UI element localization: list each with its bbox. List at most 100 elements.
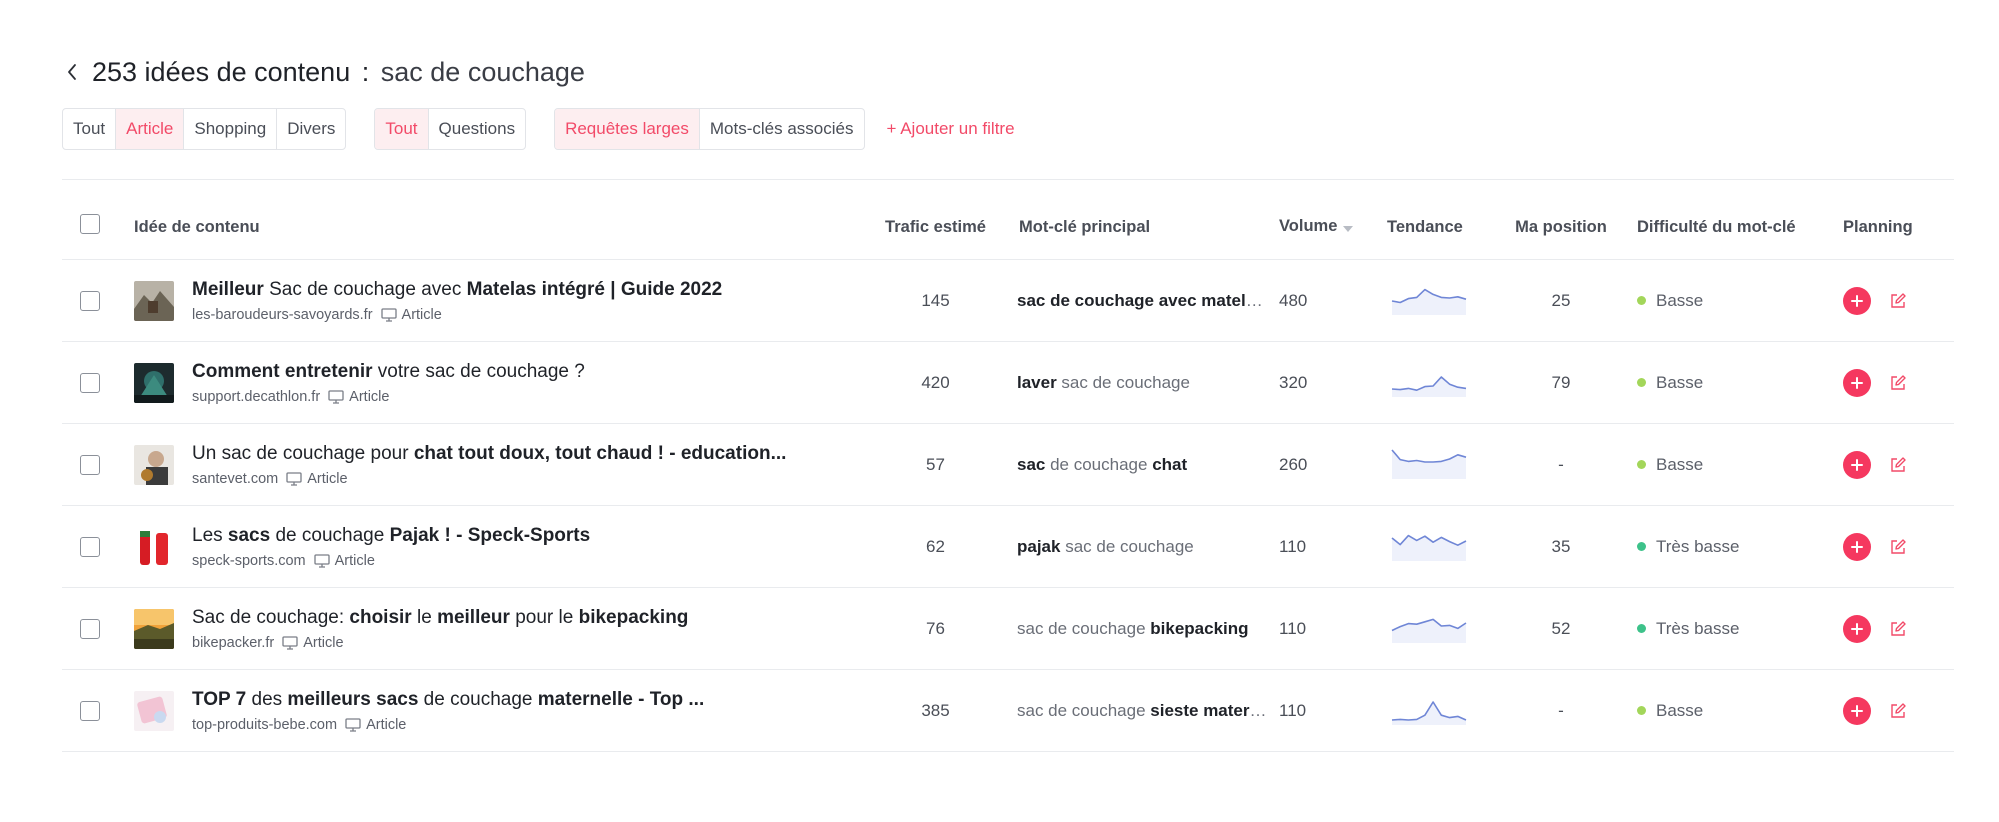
keyword-part: laver — [1017, 372, 1057, 392]
row-checkbox[interactable] — [80, 454, 100, 475]
content-type-label: Article — [349, 388, 390, 405]
my-position: 25 — [1551, 290, 1571, 310]
idea-title-link[interactable]: Les sacs de couchage Pajak ! - Speck-Spo… — [192, 525, 590, 547]
main-keyword[interactable]: sac de couchage bikepacking — [997, 619, 1267, 639]
estimated-traffic: 145 — [921, 290, 950, 310]
column-header-keyword[interactable]: Mot-clé principal — [997, 218, 1267, 237]
keyword-difficulty: Très basse — [1625, 619, 1835, 639]
page-title-count: 253 idées de contenu — [92, 56, 351, 87]
table-row: TOP 7 des meilleurs sacs de couchage mat… — [62, 670, 1954, 752]
question-filter-option-questions[interactable]: Questions — [429, 109, 526, 149]
row-checkbox[interactable] — [80, 618, 100, 639]
idea-title-part: Sac de couchage: — [192, 606, 350, 628]
idea-title-link[interactable]: Un sac de couchage pour chat tout doux, … — [192, 443, 786, 465]
main-keyword[interactable]: sac de couchage chat — [997, 455, 1267, 475]
edit-icon[interactable] — [1889, 292, 1907, 310]
keyword-part: sieste maternelle — [1150, 700, 1267, 720]
idea-title-part: maternelle - Top ... — [537, 688, 705, 710]
idea-title-part: Meilleur — [192, 278, 264, 300]
add-to-planning-button[interactable] — [1843, 286, 1871, 315]
edit-icon[interactable] — [1889, 456, 1907, 474]
keyword-difficulty: Très basse — [1625, 537, 1835, 557]
scope-filter-option-requetes-larges[interactable]: Requêtes larges — [555, 109, 700, 149]
difficulty-label: Basse — [1656, 700, 1704, 720]
divider — [62, 179, 1954, 180]
content-type-label: Article — [307, 470, 348, 487]
table-row: Les sacs de couchage Pajak ! - Speck-Spo… — [62, 506, 1954, 588]
planning-actions — [1835, 614, 1954, 643]
idea-title-link[interactable]: Comment entretenir votre sac de couchage… — [192, 361, 585, 383]
difficulty-label: Basse — [1656, 454, 1704, 474]
source-domain: les-baroudeurs-savoyards.fr — [192, 306, 373, 323]
idea-title-link[interactable]: Sac de couchage: choisir le meilleur pou… — [192, 607, 688, 629]
column-header-volume[interactable]: Volume — [1267, 217, 1362, 236]
keyword-difficulty: Basse — [1625, 373, 1835, 393]
idea-cell: Comment entretenir votre sac de couchage… — [134, 361, 874, 405]
idea-title-part: Un sac de couchage pour — [192, 442, 414, 464]
main-keyword[interactable]: sac de couchage avec matelas... — [997, 291, 1267, 311]
back-icon[interactable] — [62, 62, 82, 82]
type-filter-option-shopping[interactable]: Shopping — [184, 109, 278, 149]
type-filter-option-divers[interactable]: Divers — [277, 109, 345, 149]
keyword-difficulty: Basse — [1625, 701, 1835, 721]
monitor-icon — [286, 471, 302, 486]
type-filter-option-tout[interactable]: Tout — [63, 109, 117, 149]
idea-title-part: Pajak ! - Speck-Sports — [389, 524, 591, 546]
edit-icon[interactable] — [1889, 538, 1907, 556]
row-checkbox[interactable] — [80, 372, 100, 393]
thumbnail-image — [134, 690, 174, 731]
main-keyword[interactable]: sac de couchage sieste maternelle — [997, 701, 1267, 721]
idea-title-part: de couchage — [270, 524, 390, 546]
content-type-label: Article — [303, 634, 344, 651]
type-filter-option-article[interactable]: Article — [116, 109, 185, 149]
filter-bar: Tout Article Shopping Divers Tout Questions … — [62, 108, 1015, 150]
trend-sparkline — [1362, 363, 1497, 402]
column-header-position[interactable]: Ma position — [1497, 218, 1625, 237]
monitor-icon — [313, 553, 330, 568]
idea-title-part: votre sac de couchage ? — [372, 360, 585, 382]
trend-sparkline — [1362, 609, 1497, 648]
planning-actions — [1835, 696, 1954, 725]
idea-title-part: meilleurs sacs — [287, 688, 419, 710]
estimated-traffic: 57 — [926, 454, 945, 474]
idea-meta: support.decathlon.fr Article — [192, 389, 585, 405]
add-to-planning-button[interactable] — [1843, 696, 1871, 725]
content-ideas-table: Idée de contenu Trafic estimé Mot-clé pr… — [62, 195, 1954, 752]
row-checkbox[interactable] — [80, 536, 100, 557]
table-body: Meilleur Sac de couchage avec Matelas in… — [62, 260, 1954, 752]
idea-title-part: meilleur — [437, 606, 510, 628]
sort-down-icon[interactable] — [1343, 218, 1354, 237]
thumbnail-image — [134, 526, 174, 567]
add-to-planning-button[interactable] — [1843, 450, 1871, 479]
idea-title-link[interactable]: TOP 7 des meilleurs sacs de couchage mat… — [192, 689, 704, 711]
column-header-traffic[interactable]: Trafic estimé — [874, 218, 997, 237]
select-all-checkbox[interactable] — [80, 214, 100, 234]
main-keyword[interactable]: pajak sac de couchage — [997, 537, 1267, 557]
keyword-part: sac — [1017, 454, 1046, 474]
row-checkbox[interactable] — [80, 290, 100, 311]
my-position: 35 — [1551, 536, 1571, 556]
edit-icon[interactable] — [1889, 620, 1907, 638]
main-keyword[interactable]: laver sac de couchage — [997, 373, 1267, 393]
keyword-part: sac de couchage — [1056, 372, 1190, 392]
question-filter-option-tout[interactable]: Tout — [375, 109, 429, 149]
page-title-separator: : — [361, 56, 370, 87]
add-to-planning-button[interactable] — [1843, 532, 1871, 561]
difficulty-dot — [1637, 378, 1646, 387]
row-checkbox[interactable] — [80, 700, 100, 721]
content-type-label: Article — [334, 552, 375, 569]
column-header-difficulty[interactable]: Difficulté du mot-clé — [1625, 218, 1835, 237]
estimated-traffic: 385 — [921, 700, 950, 720]
search-volume: 480 — [1279, 290, 1308, 310]
add-filter-button[interactable]: + Ajouter un filtre — [887, 119, 1015, 139]
edit-icon[interactable] — [1889, 702, 1907, 720]
search-volume: 110 — [1279, 700, 1307, 720]
scope-filter-option-mots-cles-associes[interactable]: Mots-clés associés — [700, 109, 864, 149]
table-row: Meilleur Sac de couchage avec Matelas in… — [62, 260, 1954, 342]
add-to-planning-button[interactable] — [1843, 614, 1871, 643]
idea-title-link[interactable]: Meilleur Sac de couchage avec Matelas in… — [192, 279, 722, 301]
add-to-planning-button[interactable] — [1843, 368, 1871, 397]
edit-icon[interactable] — [1889, 374, 1907, 392]
keyword-part: sac de couchage — [1017, 700, 1151, 720]
keyword-part: chat — [1152, 454, 1188, 474]
